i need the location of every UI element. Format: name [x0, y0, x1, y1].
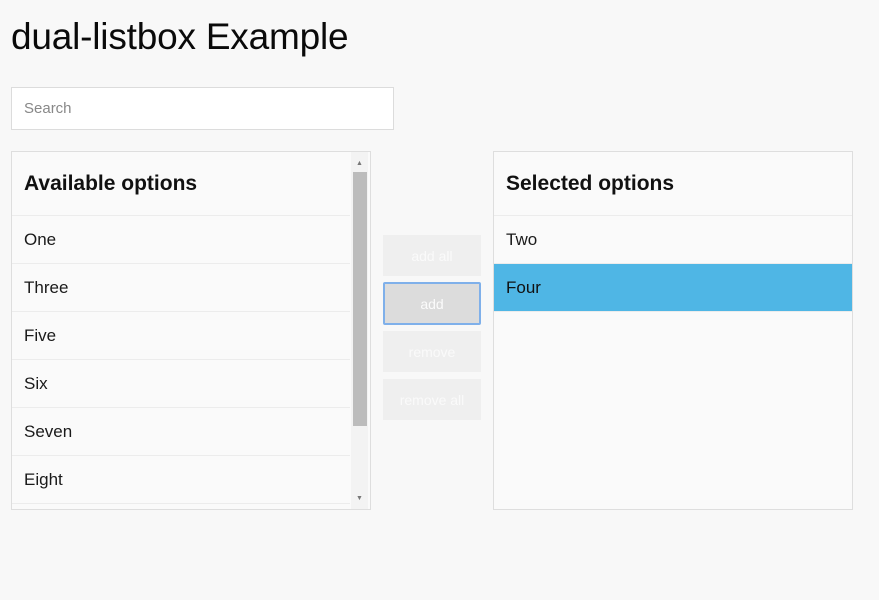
- add-all-button[interactable]: add all: [383, 235, 481, 276]
- list-item[interactable]: Seven: [12, 408, 350, 456]
- search-input[interactable]: [11, 87, 394, 130]
- list-item[interactable]: Eight: [12, 456, 350, 504]
- add-button[interactable]: add: [383, 282, 481, 325]
- available-options-panel: Available options One Three Five Six Sev…: [11, 151, 371, 510]
- scroll-up-icon[interactable]: ▲: [351, 154, 368, 172]
- selected-options-header: Selected options: [494, 152, 852, 216]
- scroll-down-icon[interactable]: ▼: [351, 489, 368, 507]
- list-item[interactable]: Five: [12, 312, 350, 360]
- selected-options-panel: Selected options Two Four: [493, 151, 853, 510]
- available-options-list: One Three Five Six Seven Eight: [12, 216, 350, 504]
- selected-options-list: Two Four: [494, 216, 852, 312]
- list-item[interactable]: Two: [494, 216, 852, 264]
- list-item[interactable]: One: [12, 216, 350, 264]
- scrollbar[interactable]: ▲ ▼: [351, 152, 368, 509]
- list-item[interactable]: Three: [12, 264, 350, 312]
- scrollbar-thumb[interactable]: [353, 172, 367, 426]
- page-title: dual-listbox Example: [11, 16, 349, 57]
- list-item[interactable]: Six: [12, 360, 350, 408]
- transfer-buttons: add all add remove remove all: [383, 235, 481, 427]
- remove-all-button[interactable]: remove all: [383, 379, 481, 420]
- remove-button[interactable]: remove: [383, 331, 481, 372]
- available-options-header: Available options: [12, 152, 350, 216]
- list-item-selected[interactable]: Four: [494, 264, 852, 312]
